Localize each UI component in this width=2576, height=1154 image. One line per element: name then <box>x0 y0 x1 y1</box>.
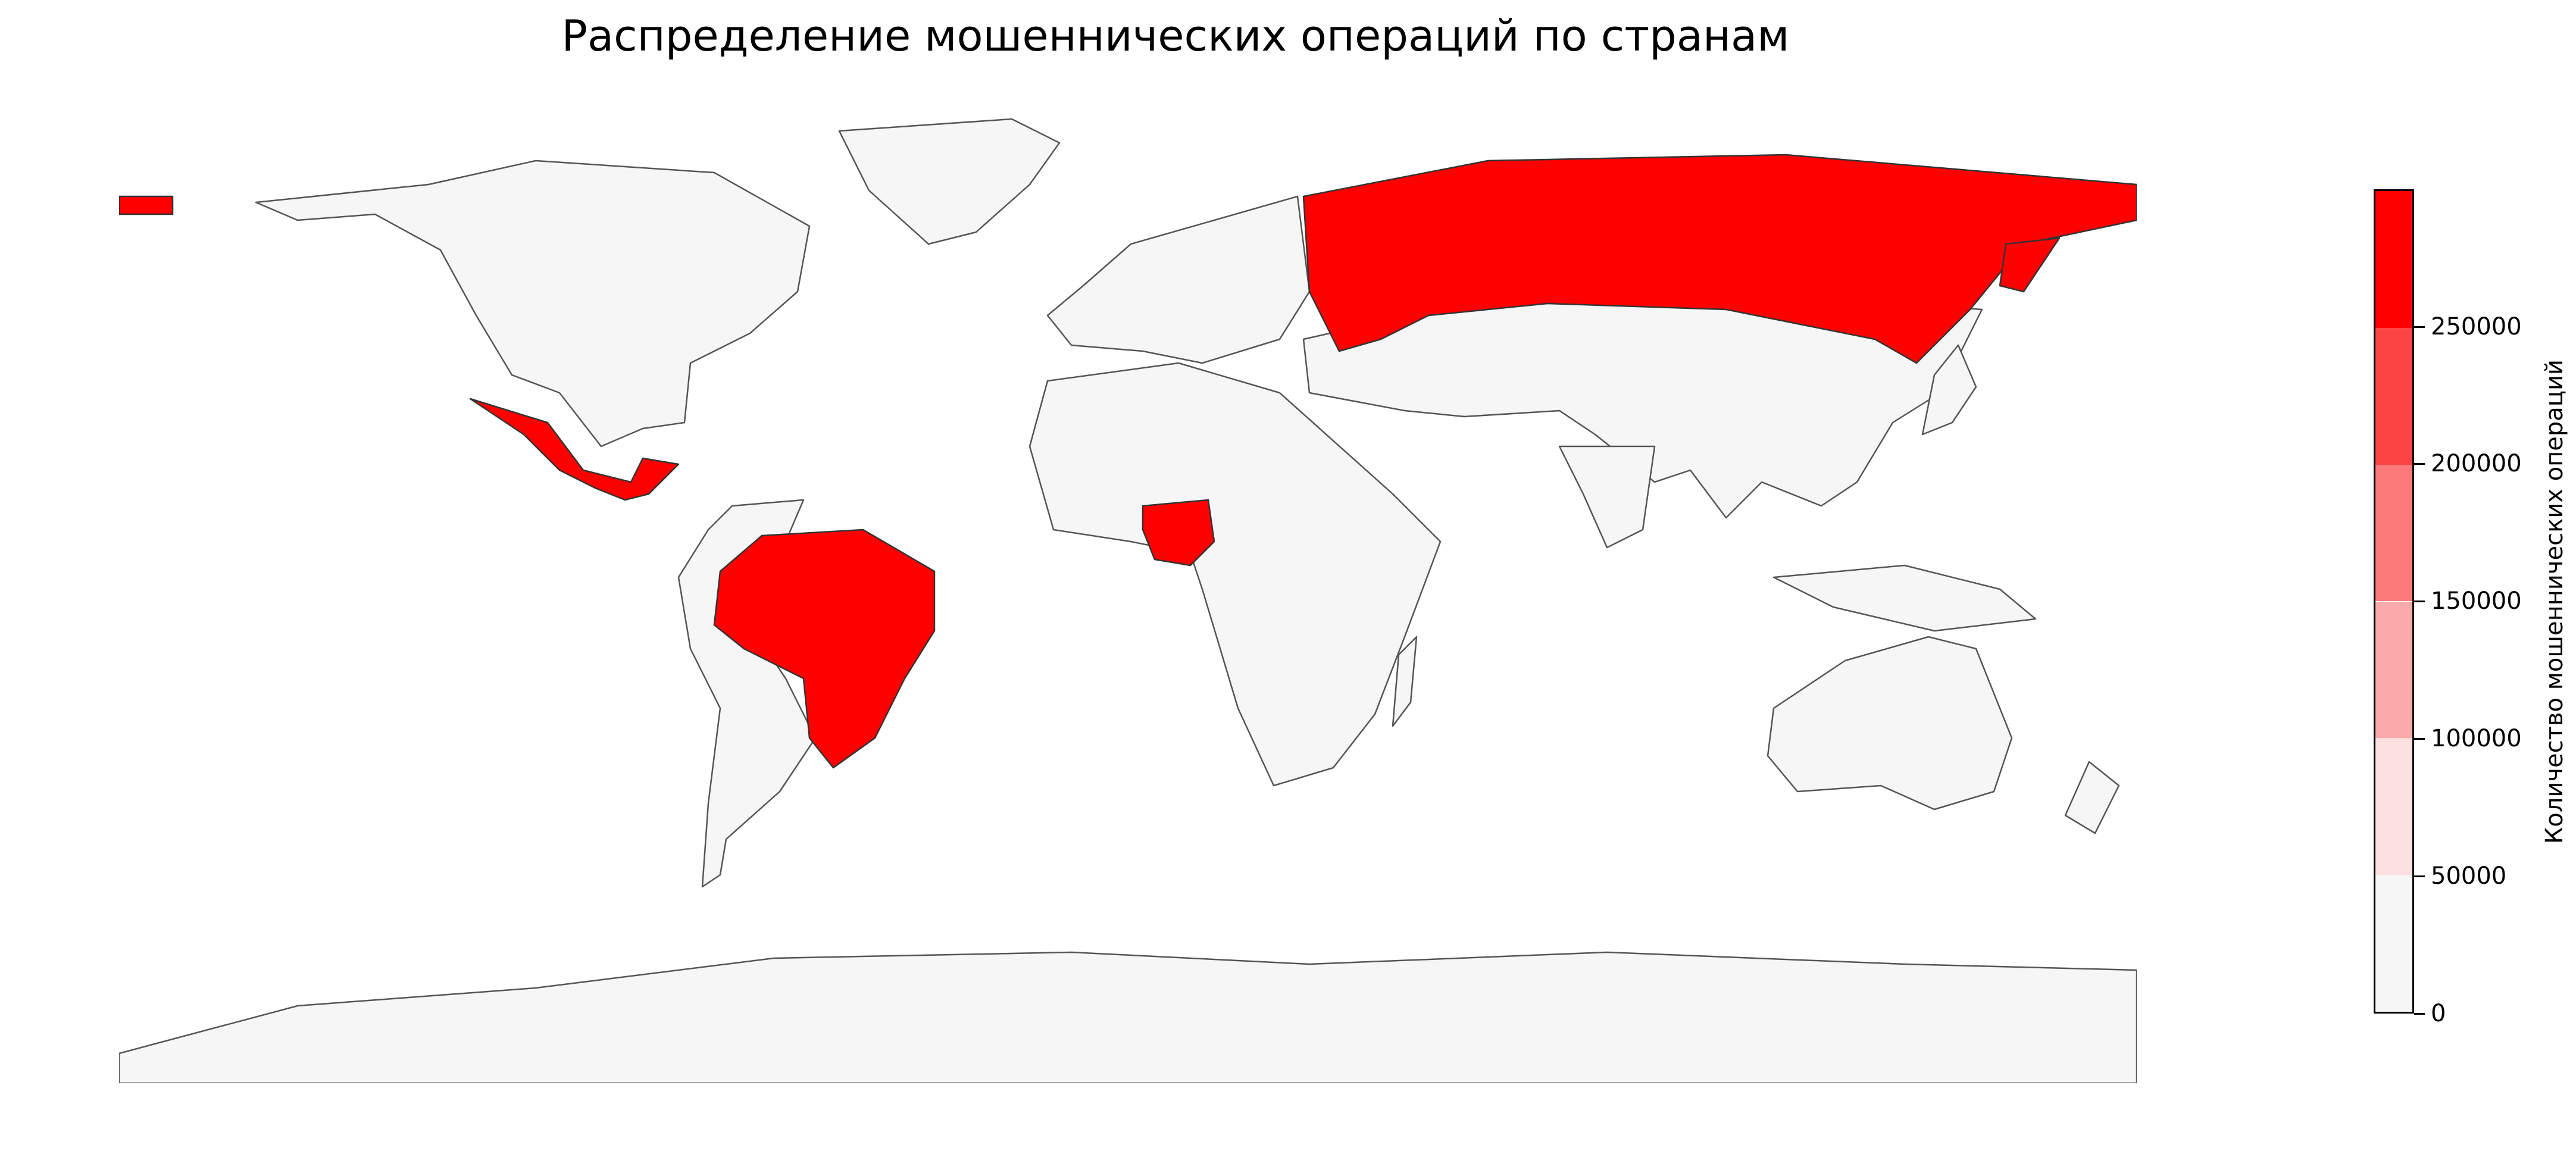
colorbar-tick <box>2414 326 2425 328</box>
colorbar-tick-label: 100000 <box>2431 725 2522 752</box>
map-title: Распределение мошеннических операций по … <box>561 11 1790 61</box>
colorbar-tick <box>2414 1013 2425 1015</box>
colorbar-tick-label: 0 <box>2431 1000 2446 1027</box>
map-frame <box>119 113 2137 1083</box>
colorbar-tick-label: 250000 <box>2431 313 2522 340</box>
colorbar-bin-100000-150000 <box>2375 601 2412 739</box>
colorbar-bin-150000-200000 <box>2375 464 2412 602</box>
colorbar-bin-200000-250000 <box>2375 327 2412 465</box>
colorbar-tick <box>2414 463 2425 465</box>
colorbar-bin-50000-100000 <box>2375 738 2412 875</box>
colorbar-tick-label: 50000 <box>2431 862 2507 890</box>
colorbar <box>2374 189 2414 1014</box>
colorbar-bin-0-50000 <box>2375 875 2412 1012</box>
colorbar-tick-label: 200000 <box>2431 450 2522 477</box>
colorbar-tick <box>2414 875 2425 877</box>
colorbar-tick-label: 150000 <box>2431 587 2522 615</box>
colorbar-tick <box>2414 601 2425 602</box>
colorbar-label: Количество мошеннических операций <box>2541 359 2568 845</box>
colorbar-tick <box>2414 738 2425 740</box>
colorbar-bin-250000-300000 <box>2375 191 2412 328</box>
